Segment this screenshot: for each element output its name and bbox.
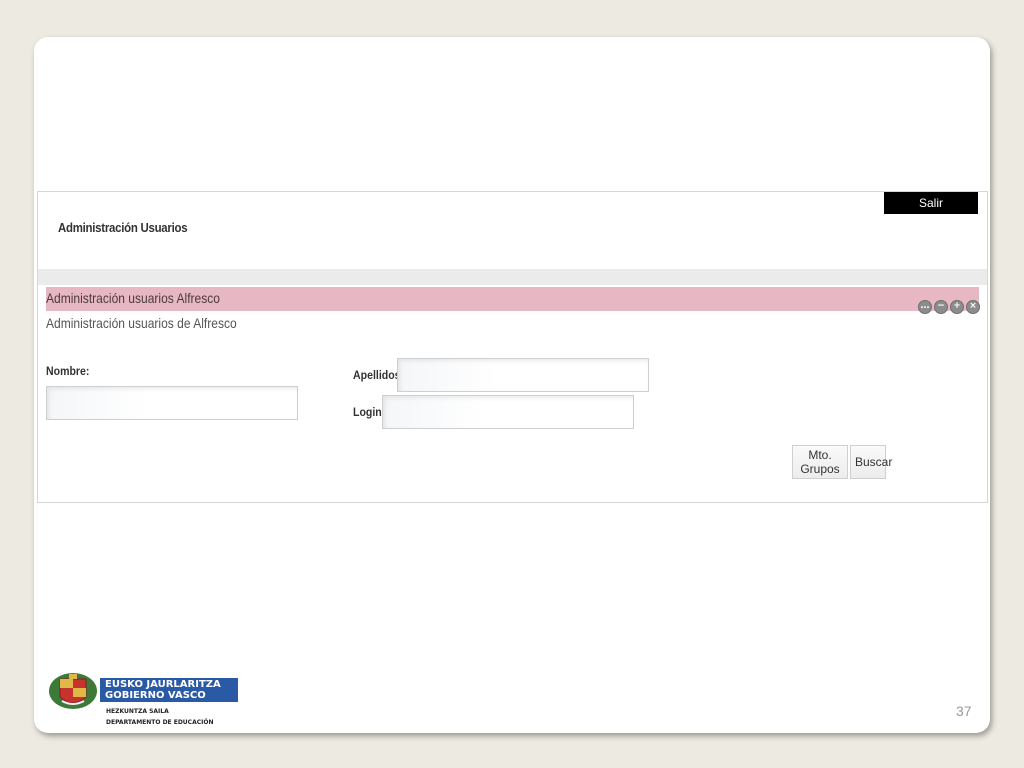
login-field[interactable] bbox=[382, 395, 634, 429]
slide: Administración Usuarios Salir Administra… bbox=[34, 37, 990, 733]
close-icon[interactable]: × bbox=[966, 300, 980, 314]
logo-line-basque: EUSKO JAURLARITZA bbox=[105, 679, 221, 690]
portlet-subtitle: Administración usuarios de Alfresco bbox=[46, 315, 237, 331]
page-title: Administración Usuarios bbox=[58, 220, 188, 235]
portlet-controls: … − + × bbox=[918, 300, 980, 314]
gobierno-vasco-logo: EUSKO JAURLARITZA GOBIERNO VASCO HEZKUNT… bbox=[48, 671, 238, 733]
apellidos-field[interactable] bbox=[397, 358, 649, 392]
logo-text-band: EUSKO JAURLARITZA GOBIERNO VASCO bbox=[100, 678, 238, 702]
maximize-icon[interactable]: + bbox=[950, 300, 964, 314]
portlet-title-bar: Administración usuarios Alfresco bbox=[46, 287, 979, 311]
nombre-label: Nombre: bbox=[46, 364, 90, 378]
header-divider bbox=[38, 269, 987, 285]
department-spanish: DEPARTAMENTO DE EDUCACIÓN bbox=[106, 719, 214, 726]
coat-of-arms-icon bbox=[49, 673, 97, 709]
logo-line-spanish: GOBIERNO VASCO bbox=[105, 690, 206, 701]
login-label: Login: bbox=[353, 405, 386, 419]
department-basque: HEZKUNTZA SAILA bbox=[106, 708, 169, 715]
groups-maintenance-button[interactable]: Mto. Grupos bbox=[792, 445, 848, 479]
page-number: 37 bbox=[956, 703, 972, 719]
minimize-icon[interactable]: − bbox=[934, 300, 948, 314]
more-icon[interactable]: … bbox=[918, 300, 932, 314]
admin-panel: Administración Usuarios Salir Administra… bbox=[37, 191, 988, 503]
portlet-title: Administración usuarios Alfresco bbox=[46, 290, 220, 306]
logout-button[interactable]: Salir bbox=[884, 192, 978, 214]
nombre-field[interactable] bbox=[46, 386, 298, 420]
search-button[interactable]: Buscar bbox=[850, 445, 892, 479]
